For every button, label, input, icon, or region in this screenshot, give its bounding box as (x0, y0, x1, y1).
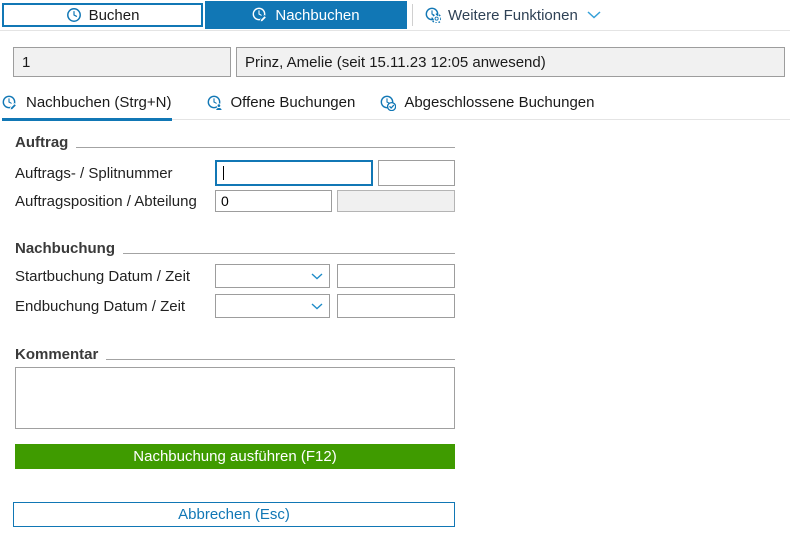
clock-edit-icon (252, 7, 268, 23)
weitere-funktionen-menu[interactable]: Weitere Funktionen (421, 1, 605, 29)
startbuchung-zeit-input[interactable] (337, 264, 455, 288)
startbuchung-label: Startbuchung Datum / Zeit (15, 268, 215, 285)
weitere-funktionen-label: Weitere Funktionen (448, 7, 578, 24)
auftragsposition-input[interactable] (215, 190, 332, 212)
top-tab-bar: Buchen Nachbuchen Weitere Funktionen (0, 0, 790, 31)
chevron-down-icon (587, 11, 601, 19)
abteilung-input (337, 190, 455, 212)
subtab-abgeschlossene-label: Abgeschlossene Buchungen (404, 94, 594, 111)
employee-name-field: Prinz, Amelie (seit 15.11.23 12:05 anwes… (236, 47, 785, 77)
subtab-bar: Nachbuchen (Strg+N) Offene Buchungen Abg… (2, 94, 790, 120)
section-rule (106, 359, 455, 360)
subtab-nachbuchen-label: Nachbuchen (Strg+N) (26, 94, 172, 111)
text-caret (223, 166, 224, 180)
employee-row: 1 Prinz, Amelie (seit 15.11.23 12:05 anw… (13, 47, 785, 77)
tab-nachbuchen-label: Nachbuchen (275, 7, 359, 24)
section-rule (123, 253, 455, 254)
clock-user-icon (207, 95, 223, 111)
clock-icon (66, 7, 82, 23)
tab-nachbuchen[interactable]: Nachbuchen (205, 1, 407, 29)
endbuchung-zeit-input[interactable] (337, 294, 455, 318)
auftragsnummer-input[interactable] (217, 162, 371, 184)
subtab-offene-label: Offene Buchungen (231, 94, 356, 111)
employee-number-field: 1 (13, 47, 231, 77)
subtab-offene-buchungen[interactable]: Offene Buchungen (207, 94, 356, 121)
tab-buchen[interactable]: Buchen (2, 3, 203, 27)
clock-gear-icon (425, 7, 441, 23)
employee-number: 1 (22, 54, 30, 71)
startbuchung-datum-select[interactable] (215, 264, 330, 288)
nachbuchen-form: Auftrag Auftrags- / Splitnummer Auftrags… (0, 134, 455, 527)
abbrechen-button[interactable]: Abbrechen (Esc) (13, 502, 455, 527)
auftragsnummer-label: Auftrags- / Splitnummer (15, 165, 215, 182)
nachbuchung-ausfuehren-button[interactable]: Nachbuchung ausführen (F12) (15, 444, 455, 469)
section-auftrag-title: Auftrag (15, 134, 68, 151)
auftragsposition-label: Auftragsposition / Abteilung (15, 193, 215, 210)
section-kommentar-title: Kommentar (15, 346, 98, 363)
section-auftrag: Auftrag (15, 134, 455, 151)
auftragsposition-row: Auftragsposition / Abteilung (15, 190, 455, 212)
endbuchung-row: Endbuchung Datum / Zeit (15, 294, 455, 318)
section-nachbuchung-title: Nachbuchung (15, 240, 115, 257)
endbuchung-datum-select[interactable] (215, 294, 330, 318)
section-kommentar: Kommentar (15, 346, 455, 363)
subtab-nachbuchen[interactable]: Nachbuchen (Strg+N) (2, 94, 172, 121)
chevron-down-icon (311, 273, 323, 280)
splitnummer-input[interactable] (378, 160, 455, 186)
employee-name: Prinz, Amelie (seit 15.11.23 12:05 anwes… (245, 54, 546, 71)
endbuchung-label: Endbuchung Datum / Zeit (15, 298, 215, 315)
chevron-down-icon (311, 303, 323, 310)
subtab-abgeschlossene-buchungen[interactable]: Abgeschlossene Buchungen (380, 94, 594, 121)
clock-edit-icon (2, 95, 18, 111)
auftragsnummer-row: Auftrags- / Splitnummer (15, 160, 455, 186)
clock-check-icon (380, 95, 396, 111)
kommentar-textarea[interactable] (15, 367, 455, 429)
section-rule (76, 147, 455, 148)
auftragsnummer-input-wrap (215, 160, 373, 186)
toolbar-divider (412, 4, 413, 26)
section-nachbuchung: Nachbuchung (15, 240, 455, 257)
tab-buchen-label: Buchen (89, 7, 140, 24)
startbuchung-row: Startbuchung Datum / Zeit (15, 264, 455, 288)
